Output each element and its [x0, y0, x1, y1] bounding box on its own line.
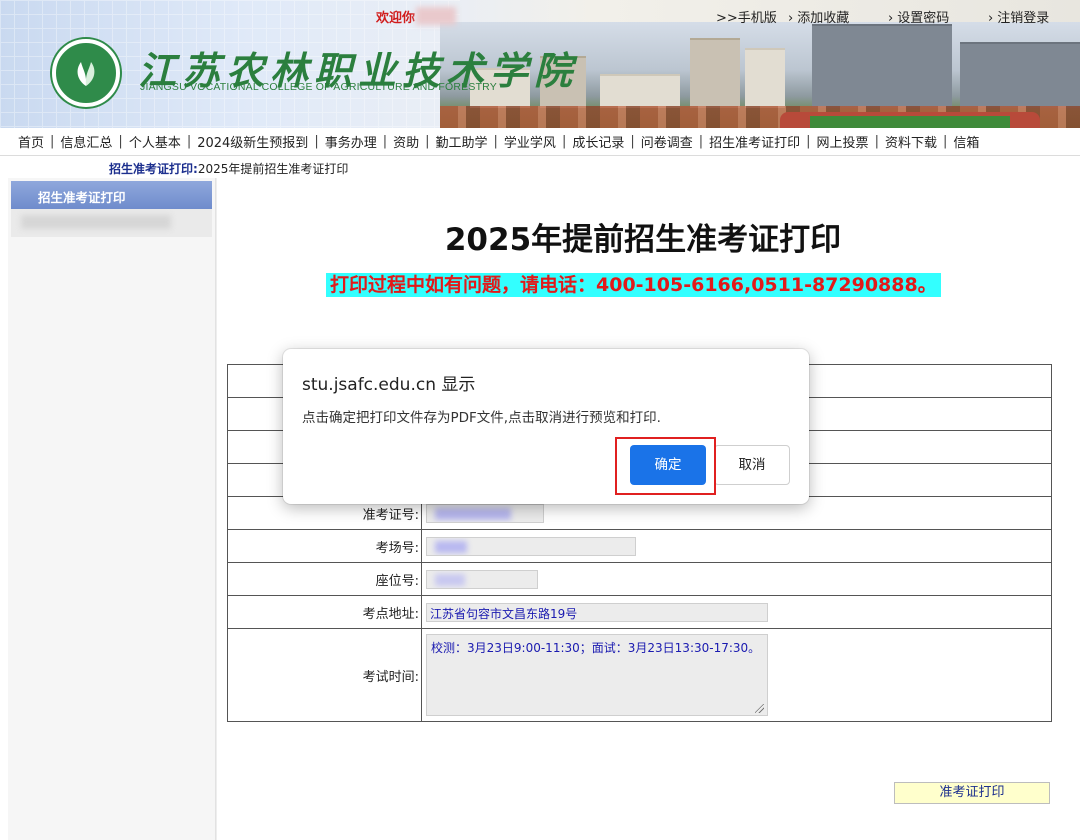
confirm-dialog: stu.jsafc.edu.cn 显示 点击确定把打印文件存为PDF文件,点击取… — [283, 349, 809, 504]
nav-item-growth-record[interactable]: 成长记录 — [572, 132, 624, 151]
page-title: 2025年提前招生准考证打印 — [444, 222, 842, 258]
exam-room-label: 考场号: — [228, 530, 422, 562]
nav-item-affairs[interactable]: 事务办理 — [325, 132, 377, 151]
seat-no-field — [426, 569, 538, 589]
table-row: 考试时间: 校测：3月23日9:00-11:30；面试：3月23日13:30-1… — [228, 629, 1051, 721]
exam-time-label: 考试时间: — [228, 629, 422, 721]
welcome-text: 欢迎你 — [376, 11, 416, 26]
nav-item-work-study[interactable]: 勤工助学 — [436, 132, 488, 151]
exam-room-field — [426, 536, 636, 556]
logout-link[interactable]: › 注销登录 — [988, 7, 1049, 26]
exam-time-textarea[interactable]: 校测：3月23日9:00-11:30；面试：3月23日13:30-17:30。 — [426, 634, 768, 716]
table-row: 考点地址: 江苏省句容市文昌东路19号 — [228, 596, 1051, 629]
breadcrumb: 招生准考证打印:2025年提前招生准考证打印 — [109, 160, 348, 177]
main-nav: 首页 | 信息汇总 | 个人基本 | 2024级新生预报到 | 事务办理 | 资助 | 勤工… — [0, 128, 1080, 156]
nav-item-academics[interactable]: 学业学风 — [504, 132, 556, 151]
sidebar-item-redacted[interactable] — [11, 209, 212, 237]
dialog-message: 点击确定把打印文件存为PDF文件,点击取消进行预览和打印. — [302, 410, 661, 426]
ticket-no-field — [426, 503, 544, 523]
leaf-icon — [77, 62, 95, 86]
username-redacted — [416, 7, 456, 25]
nav-item-online-vote[interactable]: 网上投票 — [817, 132, 869, 151]
table-row: 座位号: — [228, 563, 1051, 596]
address-label: 考点地址: — [228, 596, 422, 628]
header-banner: 江苏农林职业技术学院 JIANGSU VOCATIONAL COLLEGE OF… — [0, 0, 1080, 128]
school-logo — [52, 39, 120, 107]
cancel-button[interactable]: 取消 — [714, 445, 790, 485]
breadcrumb-section: 招生准考证打印: — [109, 162, 198, 176]
sidebar-item-admission-ticket[interactable]: 招生准考证打印 — [11, 181, 212, 209]
dialog-title: stu.jsafc.edu.cn 显示 — [302, 375, 476, 395]
breadcrumb-current: 2025年提前招生准考证打印 — [197, 162, 349, 176]
print-ticket-button[interactable]: 准考证打印 — [894, 782, 1050, 804]
mobile-version-link[interactable]: >>手机版 — [716, 7, 777, 26]
nav-item-home[interactable]: 首页 — [18, 132, 44, 151]
nav-item-survey[interactable]: 问卷调查 — [641, 132, 693, 151]
resize-grip-icon[interactable] — [755, 704, 764, 713]
seat-no-label: 座位号: — [228, 563, 422, 595]
nav-item-aid[interactable]: 资助 — [393, 132, 419, 151]
nav-item-pre-registration[interactable]: 2024级新生预报到 — [197, 132, 308, 151]
sidebar: 招生准考证打印 — [8, 178, 216, 840]
exam-time-value: 校测：3月23日9:00-11:30；面试：3月23日13:30-17:30。 — [431, 641, 761, 655]
hotline-notice: 打印过程中如有问题，请电话：400-105-6166,0511-87290888… — [326, 273, 941, 297]
add-favorite-link[interactable]: › 添加收藏 — [788, 7, 849, 26]
ok-button[interactable]: 确定 — [630, 445, 706, 485]
nav-item-mailbox[interactable]: 信箱 — [953, 132, 979, 151]
nav-item-info-summary[interactable]: 信息汇总 — [60, 132, 112, 151]
nav-item-admission-ticket[interactable]: 招生准考证打印 — [709, 132, 800, 151]
table-row: 考场号: — [228, 530, 1051, 563]
school-name-en: JIANGSU VOCATIONAL COLLEGE OF AGRICULTUR… — [140, 81, 497, 93]
nav-item-personal[interactable]: 个人基本 — [129, 132, 181, 151]
main-content: 2025年提前招生准考证打印 打印过程中如有问题，请电话：400-105-616… — [216, 178, 1068, 840]
nav-item-downloads[interactable]: 资料下载 — [885, 132, 937, 151]
set-password-link[interactable]: › 设置密码 — [888, 7, 949, 26]
address-field: 江苏省句容市文昌东路19号 — [426, 602, 768, 622]
